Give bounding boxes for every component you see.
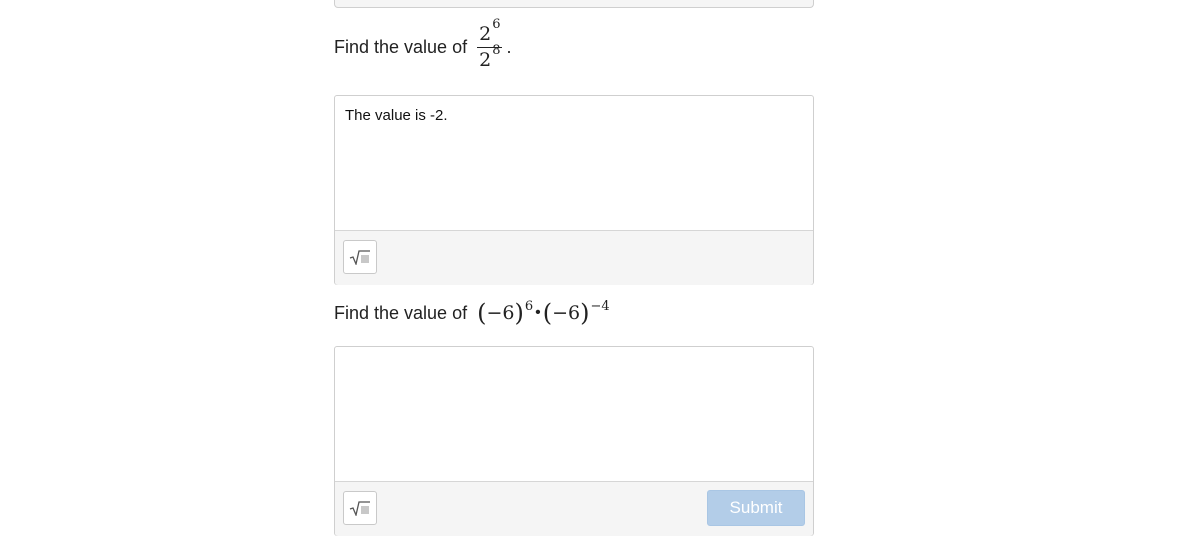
question-1-period: . xyxy=(506,36,512,57)
square-root-icon xyxy=(349,250,370,265)
submit-button[interactable]: Submit xyxy=(707,490,805,526)
base-1: −6 xyxy=(486,302,515,324)
answer-2-box: Submit xyxy=(334,346,814,536)
left-paren-1: ( xyxy=(477,299,487,327)
math-editor-button[interactable] xyxy=(343,240,377,274)
question-1: Find the value of 26 28 . xyxy=(334,18,511,76)
numerator-base: 2 xyxy=(479,22,492,45)
exponent-2: −4 xyxy=(590,298,610,314)
right-paren-1: ) xyxy=(514,299,524,327)
square-root-icon xyxy=(349,501,370,516)
fraction-denominator: 28 xyxy=(477,44,502,71)
question-2-expression: ( −6 ) 6 • ( −6 ) −4 xyxy=(477,298,610,327)
exponent-1: 6 xyxy=(524,298,534,314)
denominator-base: 2 xyxy=(479,48,492,71)
previous-answer-box-edge xyxy=(334,0,814,8)
question-1-prompt: Find the value of xyxy=(334,36,468,57)
right-paren-2: ) xyxy=(580,299,590,327)
fraction: 26 28 xyxy=(477,18,503,71)
question-2-prompt: Find the value of xyxy=(334,302,468,323)
question-2: Find the value of ( −6 ) 6 • ( −6 ) −4 xyxy=(334,293,610,333)
base-2: −6 xyxy=(552,302,581,324)
math-editor-button[interactable] xyxy=(343,491,377,525)
denominator-exponent: 8 xyxy=(492,42,501,58)
multiply-operator: • xyxy=(535,304,541,321)
numerator-exponent: 6 xyxy=(492,16,501,32)
answer-1-box: The value is -2. xyxy=(334,95,814,285)
answer-1-input[interactable]: The value is -2. xyxy=(335,96,813,230)
left-paren-2: ( xyxy=(542,299,553,327)
answer-1-toolbar xyxy=(335,230,813,285)
answer-2-toolbar: Submit xyxy=(335,481,813,536)
question-1-expression: 26 28 . xyxy=(477,18,512,71)
page: Find the value of 26 28 . The value is -… xyxy=(0,0,1186,536)
answer-2-input[interactable] xyxy=(335,347,813,481)
